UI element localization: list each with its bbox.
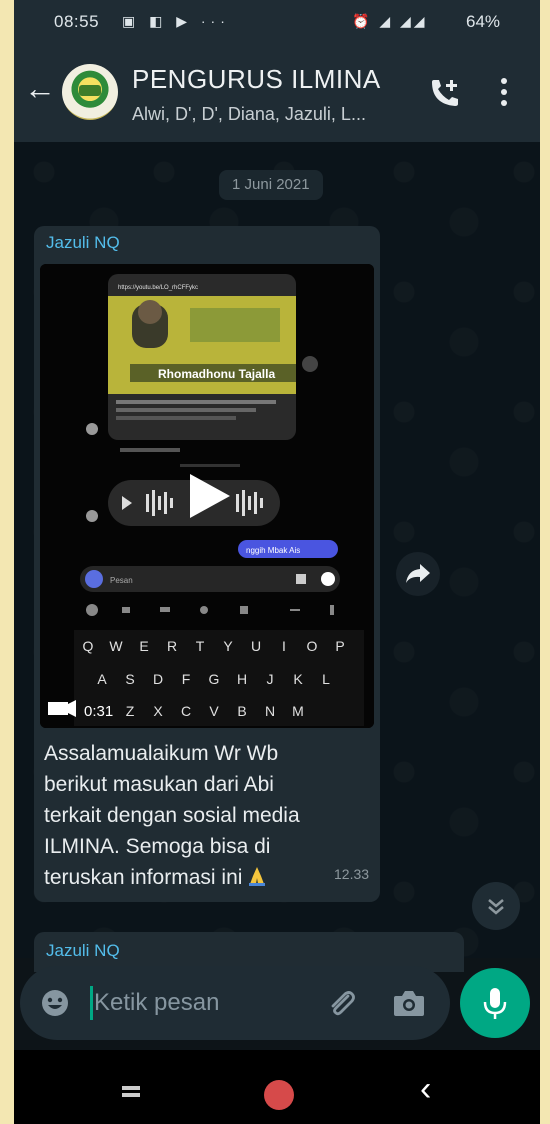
folded-hands-icon <box>249 867 266 886</box>
svg-text:Q: Q <box>83 638 94 654</box>
nav-back-icon[interactable]: ‹ <box>420 1072 431 1106</box>
camera-icon[interactable] <box>392 988 426 1018</box>
svg-text:C: C <box>181 703 191 719</box>
svg-text:F: F <box>182 671 191 687</box>
svg-text:D: D <box>153 671 163 687</box>
video-keyboard: QWE R T Y U I O P A S D F G H J K L Z X C V B N M <box>74 630 364 726</box>
message-caption[interactable]: Assalamualaikum Wr Wb berikut masukan da… <box>44 738 374 893</box>
recents-icon[interactable] <box>122 1086 140 1098</box>
group-members[interactable]: Alwi, D', D', Diana, Jazuli, L... <box>132 104 366 125</box>
status-time: 08:55 <box>54 12 100 31</box>
message-bubble[interactable]: Jazuli NQ https://youtu.be/LO_rhCFFykc R… <box>34 226 380 902</box>
add-call-icon[interactable] <box>428 76 462 110</box>
video-frame: https://youtu.be/LO_rhCFFykc Rhomadhonu … <box>40 264 374 728</box>
status-bar: 08:55 ▣ ◧ ▶ ··· ⏰ ◢ ◢◢ 64% <box>14 0 540 42</box>
caption-last-line: teruskan informasi ini <box>44 862 374 893</box>
svg-text:M: M <box>292 703 304 719</box>
svg-text:K: K <box>293 671 303 687</box>
message-time: 12.33 <box>334 866 370 882</box>
caption-line: teruskan informasi ini <box>44 866 243 889</box>
svg-text:H: H <box>237 671 247 687</box>
caption-line: berikut masukan dari Abi <box>44 773 274 796</box>
chat-header: ← PENGURUS ILMINA Alwi, D', D', Diana, J… <box>14 42 540 142</box>
group-title[interactable]: PENGURUS ILMINA <box>132 64 381 95</box>
svg-text:B: B <box>237 703 246 719</box>
emoji-icon[interactable] <box>40 988 70 1018</box>
phone-screen: 08:55 ▣ ◧ ▶ ··· ⏰ ◢ ◢◢ 64% ← PENGURUS IL… <box>14 0 540 1124</box>
text-cursor <box>90 986 93 1020</box>
svg-text:Pesan: Pesan <box>110 576 133 585</box>
forward-icon <box>406 564 430 583</box>
forward-button[interactable] <box>396 552 440 596</box>
svg-text:E: E <box>139 638 148 654</box>
svg-text:O: O <box>307 638 318 654</box>
svg-text:W: W <box>109 638 123 654</box>
svg-text:Y: Y <box>223 638 233 654</box>
svg-text:P: P <box>335 638 344 654</box>
preview-banner: Rhomadhonu Tajalla <box>158 367 275 381</box>
svg-text:V: V <box>209 703 219 719</box>
message-sender[interactable]: Jazuli NQ <box>46 233 120 253</box>
svg-text:I: I <box>282 638 286 654</box>
svg-text:N: N <box>265 703 275 719</box>
svg-text:X: X <box>153 703 163 719</box>
voice-record-button[interactable] <box>460 968 530 1038</box>
link-url: https://youtu.be/LO_rhCFFykc <box>118 285 198 291</box>
caption-line: terkait dengan sosial media <box>44 804 300 827</box>
caption-line: ILMINA. Semoga bisa di <box>44 835 271 858</box>
mic-icon <box>483 988 507 1019</box>
signal-icons: ⏰ ◢ ◢◢ <box>352 13 428 29</box>
attach-icon[interactable] <box>324 986 358 1020</box>
svg-text:T: T <box>196 638 205 654</box>
svg-text:L: L <box>322 671 330 687</box>
svg-text:Z: Z <box>126 703 135 719</box>
message-input[interactable] <box>94 986 294 1020</box>
video-thumbnail[interactable]: https://youtu.be/LO_rhCFFykc Rhomadhonu … <box>40 264 374 728</box>
svg-text:S: S <box>125 671 134 687</box>
video-duration: 0:31 <box>84 703 113 720</box>
svg-text:U: U <box>251 638 261 654</box>
notification-icons: ▣ ◧ ▶ ··· <box>122 13 230 29</box>
double-chevron-down-icon <box>488 899 504 915</box>
svg-text:A: A <box>97 671 107 687</box>
caption-line: Assalamualaikum Wr Wb <box>44 742 279 765</box>
date-chip: 1 Juni 2021 <box>219 170 323 200</box>
group-avatar[interactable] <box>62 64 118 120</box>
scroll-down-button[interactable] <box>472 882 520 930</box>
svg-text:G: G <box>209 671 220 687</box>
video-camera-icon <box>48 702 68 715</box>
svg-text:R: R <box>167 638 177 654</box>
battery-level: 64% <box>466 12 501 31</box>
message-sender[interactable]: Jazuli NQ <box>46 941 120 961</box>
navigation-bar: ‹ <box>14 1050 540 1124</box>
svg-text:nggih Mbak Ais: nggih Mbak Ais <box>246 546 300 555</box>
menu-icon[interactable] <box>500 78 508 108</box>
chat-area[interactable]: 1 Juni 2021 Jazuli NQ https://youtu.be/L… <box>14 142 540 972</box>
svg-text:J: J <box>267 671 274 687</box>
back-arrow-icon[interactable]: ← <box>24 72 56 104</box>
home-button[interactable] <box>264 1080 294 1110</box>
message-composer <box>20 966 450 1040</box>
